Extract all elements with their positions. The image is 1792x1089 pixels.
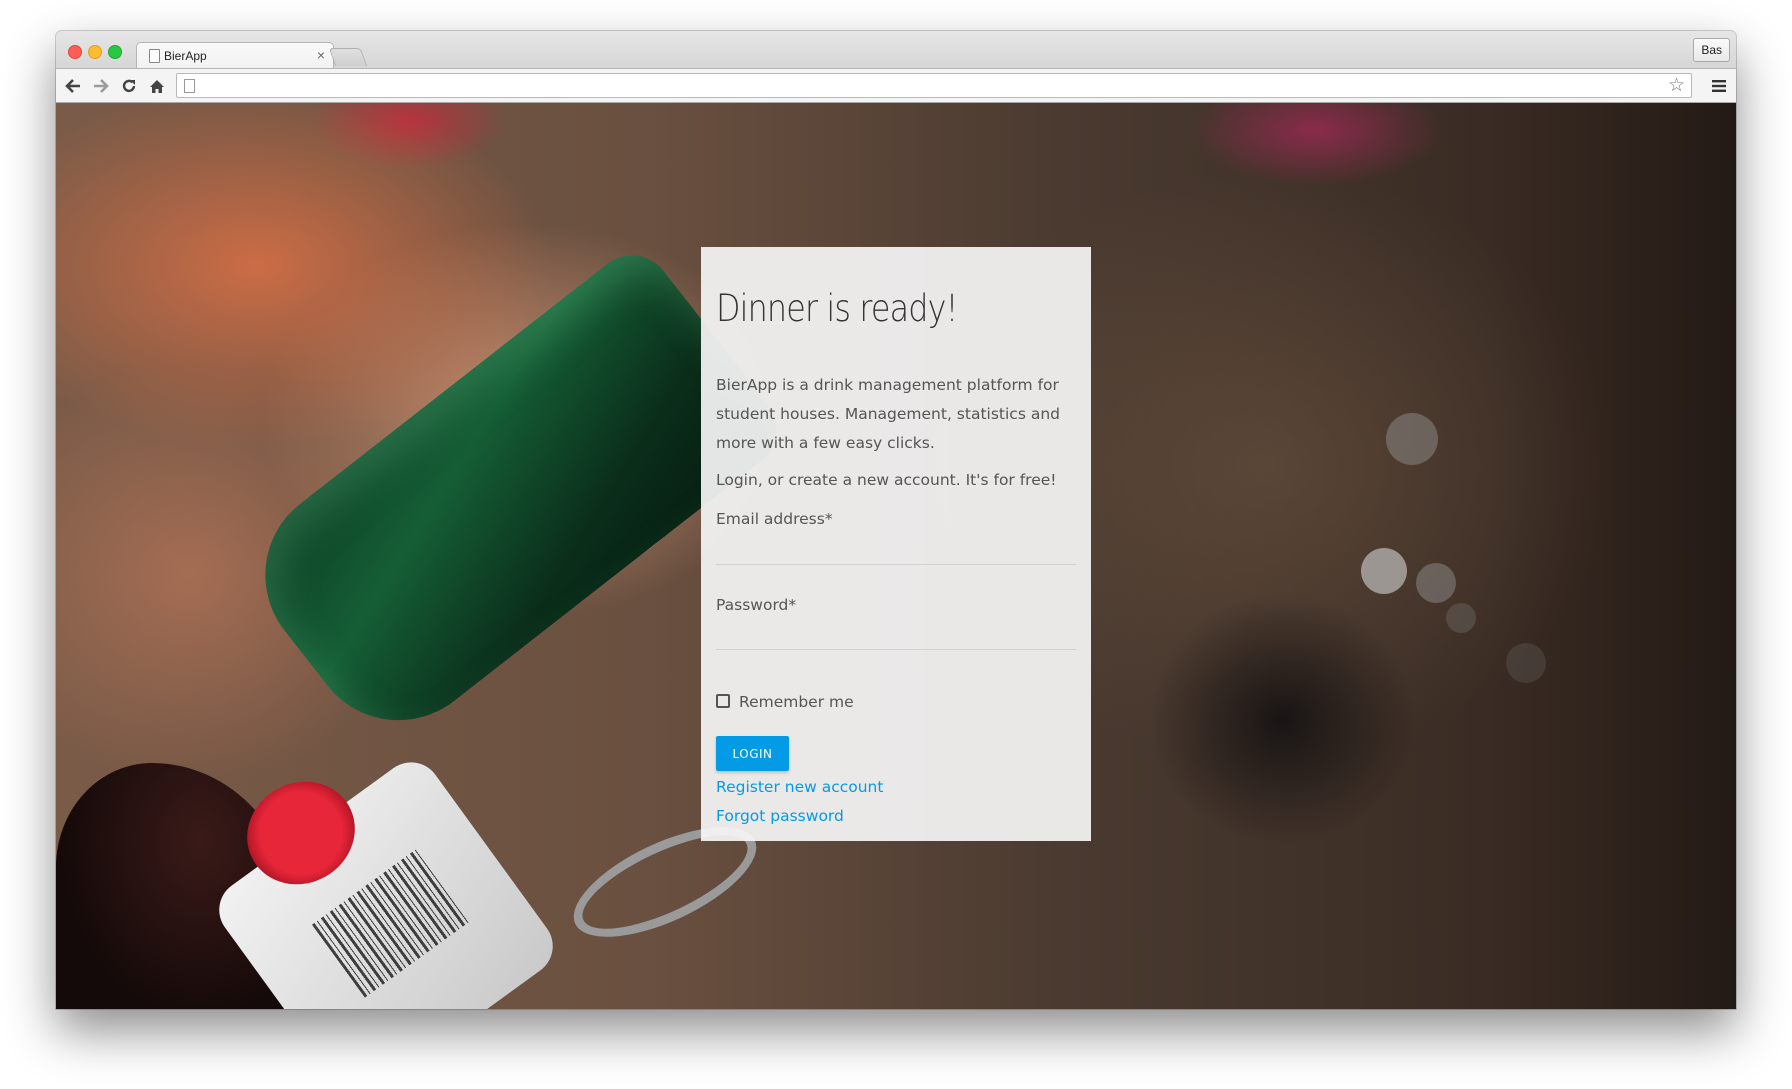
email-field[interactable] <box>716 529 1076 565</box>
tab-strip: BierApp × Bas <box>56 31 1736 69</box>
forgot-password-link[interactable]: Forgot password <box>716 807 844 825</box>
reload-icon <box>122 79 136 93</box>
intro-text: BierApp is a drink management platform f… <box>716 376 1060 452</box>
minimize-window-button[interactable] <box>88 45 102 59</box>
hamburger-menu-icon <box>1712 80 1726 92</box>
arrow-right-icon <box>94 79 109 93</box>
menu-button[interactable] <box>1708 75 1730 97</box>
browser-window: BierApp × Bas ☆ Dinner is ready! BierApp… <box>56 31 1736 1009</box>
address-input[interactable] <box>201 75 1665 98</box>
forward-button[interactable] <box>90 75 112 97</box>
login-card: Dinner is ready! BierApp is a drink mana… <box>701 247 1091 841</box>
tab-close-icon[interactable]: × <box>317 47 325 63</box>
page-title: Dinner is ready! <box>716 287 958 330</box>
close-window-button[interactable] <box>68 45 82 59</box>
login-button[interactable]: LOGIN <box>716 736 789 771</box>
profile-button[interactable]: Bas <box>1693 38 1730 62</box>
arrow-left-icon <box>65 79 80 93</box>
star-icon[interactable]: ☆ <box>1668 75 1685 97</box>
home-icon <box>150 79 164 93</box>
page-viewport: Dinner is ready! BierApp is a drink mana… <box>56 103 1736 1009</box>
password-field[interactable] <box>716 614 1076 650</box>
home-button[interactable] <box>146 75 168 97</box>
browser-toolbar: ☆ <box>56 68 1736 103</box>
new-tab-button[interactable] <box>328 48 368 66</box>
address-bar[interactable]: ☆ <box>176 73 1692 98</box>
tab-title: BierApp <box>164 49 207 63</box>
maximize-window-button[interactable] <box>108 45 122 59</box>
page-icon <box>149 49 160 63</box>
reload-button[interactable] <box>118 75 140 97</box>
register-link[interactable]: Register new account <box>716 778 883 796</box>
email-label: Email address* <box>716 510 833 528</box>
remember-me-label: Remember me <box>739 693 854 711</box>
back-button[interactable] <box>62 75 84 97</box>
tagline-text: Login, or create a new account. It's for… <box>716 471 1057 489</box>
remember-me-option[interactable]: Remember me <box>716 693 854 711</box>
tab-bierapp[interactable]: BierApp × <box>136 42 334 69</box>
page-icon <box>184 79 195 93</box>
password-label: Password* <box>716 596 797 614</box>
remember-me-checkbox[interactable] <box>716 694 730 708</box>
